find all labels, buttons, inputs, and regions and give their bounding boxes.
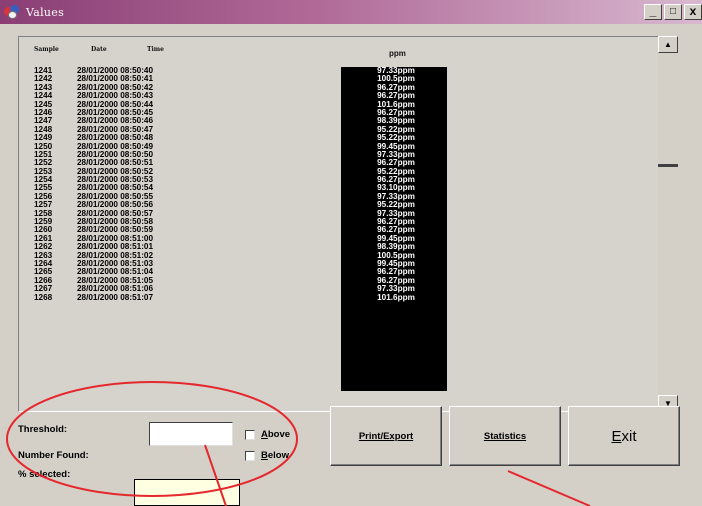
title-bar: Values _ □ x xyxy=(0,0,702,24)
table-row[interactable]: 1245 28/01/2000 08:50:44 xyxy=(19,100,339,109)
table-row[interactable]: 1247 28/01/2000 08:50:46 xyxy=(19,116,339,125)
table-row[interactable]: 1251 28/01/2000 08:50:50 xyxy=(19,150,339,159)
table-row[interactable]: 1264 28/01/2000 08:51:03 xyxy=(19,259,339,268)
table-row[interactable]: 1261 28/01/2000 08:51:00 xyxy=(19,234,339,243)
header-sample: Sample xyxy=(34,46,59,53)
print-export-button[interactable]: Print/Export xyxy=(330,406,442,466)
above-checkbox[interactable] xyxy=(245,430,255,440)
arrow-up-icon: ▲ xyxy=(664,40,672,49)
print-export-label: Print/Export xyxy=(358,430,414,442)
threshold-input[interactable] xyxy=(149,422,233,446)
table-row[interactable]: 1243 28/01/2000 08:50:42 xyxy=(19,83,339,92)
header-date: Date xyxy=(91,46,107,53)
values-list[interactable]: Sample Date Time ppm 1241 28/01/2000 08:5… xyxy=(18,36,676,412)
table-row[interactable]: 1266 28/01/2000 08:51:05 xyxy=(19,276,339,285)
ppm-column: 97.33ppm 100.5ppm 96.27ppm 96.27ppm 101.6ppm… xyxy=(341,66,447,391)
table-row[interactable]: 1253 28/01/2000 08:50:52 xyxy=(19,167,339,176)
table-row[interactable]: 1256 28/01/2000 08:50:55 xyxy=(19,192,339,201)
window-client-area: Sample Date Time ppm 1241 28/01/2000 08:5… xyxy=(0,24,702,506)
table-row[interactable]: 1244 28/01/2000 08:50:43 xyxy=(19,91,339,100)
table-row[interactable]: 1246 28/01/2000 08:50:45 xyxy=(19,108,339,117)
sample-datetime: 28/01/2000 08:51:07 xyxy=(77,292,154,302)
scroll-up-button[interactable]: ▲ xyxy=(658,36,678,53)
table-row[interactable]: 1259 28/01/2000 08:50:58 xyxy=(19,217,339,226)
table-row[interactable]: 1241 28/01/2000 08:50:40 xyxy=(19,66,339,75)
scroll-thumb[interactable] xyxy=(658,164,678,167)
table-row[interactable]: 1242 28/01/2000 08:50:41 xyxy=(19,74,339,83)
threshold-label: Threshold: xyxy=(18,424,68,435)
table-row[interactable]: 1258 28/01/2000 08:50:57 xyxy=(19,209,339,218)
sample-number: 1268 xyxy=(34,292,53,302)
table-row[interactable]: 1263 28/01/2000 08:51:02 xyxy=(19,251,339,260)
table-row[interactable]: 1255 28/01/2000 08:50:54 xyxy=(19,184,339,193)
minimize-button[interactable]: _ xyxy=(644,4,662,20)
statistics-label: Statistics xyxy=(483,430,527,442)
table-row[interactable]: 1248 28/01/2000 08:50:47 xyxy=(19,125,339,134)
table-row[interactable]: 1254 28/01/2000 08:50:53 xyxy=(19,175,339,184)
table-row[interactable]: 1252 28/01/2000 08:50:51 xyxy=(19,158,339,167)
above-label[interactable]: Above xyxy=(261,429,290,440)
table-row[interactable]: 1260 28/01/2000 08:50:59 xyxy=(19,226,339,235)
statistics-button[interactable]: Statistics xyxy=(449,406,561,466)
header-ppm: ppm xyxy=(389,49,406,58)
exit-label: Exit xyxy=(611,427,637,445)
ppm-value: 101.6ppm xyxy=(377,292,415,302)
exit-button[interactable]: Exit xyxy=(568,406,680,466)
table-row[interactable]: 1267 28/01/2000 08:51:06 xyxy=(19,284,339,293)
header-time: Time xyxy=(147,46,164,53)
vertical-scrollbar[interactable]: ▲ ▼ xyxy=(658,36,678,412)
table-row[interactable]: 1249 28/01/2000 08:50:48 xyxy=(19,133,339,142)
table-row[interactable]: 1257 28/01/2000 08:50:56 xyxy=(19,200,339,209)
close-button[interactable]: x xyxy=(684,4,702,20)
tooltip xyxy=(134,479,240,506)
table-row[interactable]: 1268 28/01/2000 08:51:07 xyxy=(19,292,339,302)
below-checkbox[interactable] xyxy=(245,451,255,461)
maximize-icon: □ xyxy=(669,6,677,17)
rows-left-column: 1241 28/01/2000 08:50:40 1242 28/01/2000 08… xyxy=(19,66,339,302)
app-icon[interactable] xyxy=(4,4,22,20)
maximize-button[interactable]: □ xyxy=(664,4,682,20)
table-row[interactable]: 1265 28/01/2000 08:51:04 xyxy=(19,267,339,276)
percent-selected-label: % selected: xyxy=(18,469,71,480)
table-row[interactable]: 1262 28/01/2000 08:51:01 xyxy=(19,242,339,251)
number-found-label: Number Found: xyxy=(18,450,89,461)
below-label[interactable]: Below xyxy=(261,450,289,461)
window-title: Values xyxy=(26,5,65,19)
table-row[interactable]: 1250 28/01/2000 08:50:49 xyxy=(19,142,339,151)
